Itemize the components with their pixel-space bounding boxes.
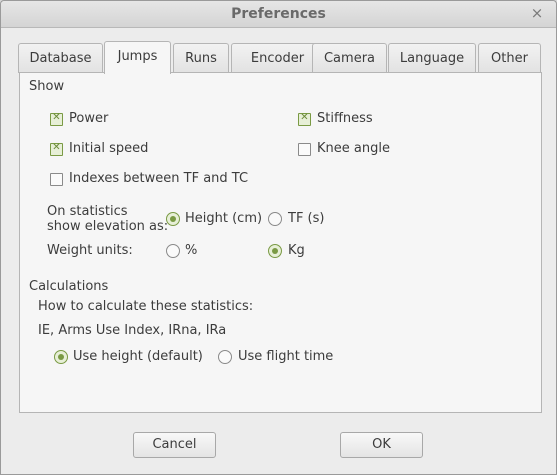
tab-other[interactable]: Other bbox=[478, 43, 541, 73]
indexes-tf-tc-label[interactable]: Indexes between TF and TC bbox=[69, 171, 248, 186]
power-checkbox[interactable] bbox=[50, 112, 63, 126]
use-flight-time-label[interactable]: Use flight time bbox=[238, 349, 333, 364]
kg-label[interactable]: Kg bbox=[288, 243, 305, 258]
weight-units-label: Weight units: bbox=[47, 243, 133, 258]
title-bar[interactable]: Preferences × bbox=[1, 1, 556, 28]
percent-radio[interactable] bbox=[166, 244, 180, 258]
close-icon[interactable]: × bbox=[530, 5, 544, 21]
tab-runs[interactable]: Runs bbox=[173, 43, 229, 73]
jumps-panel: Show Power Stiffness Initial speed Knee … bbox=[19, 72, 542, 413]
preferences-dialog: Preferences × Database Jumps Runs Encode… bbox=[0, 0, 557, 475]
use-height-label[interactable]: Use height (default) bbox=[73, 349, 203, 364]
use-height-radio[interactable] bbox=[54, 350, 68, 364]
tab-camera[interactable]: Camera bbox=[312, 43, 387, 73]
power-label[interactable]: Power bbox=[69, 111, 108, 126]
elevation-label-line2: show elevation as: bbox=[47, 219, 169, 234]
calculations-stats: IE, Arms Use Index, IRna, IRa bbox=[38, 323, 227, 338]
tab-database[interactable]: Database bbox=[18, 43, 103, 73]
knee-angle-label[interactable]: Knee angle bbox=[317, 141, 390, 156]
stiffness-label[interactable]: Stiffness bbox=[317, 111, 373, 126]
kg-radio[interactable] bbox=[268, 244, 282, 258]
tab-encoder[interactable]: Encoder bbox=[231, 43, 324, 73]
initial-speed-checkbox[interactable] bbox=[50, 142, 63, 156]
stiffness-checkbox[interactable] bbox=[298, 112, 311, 126]
indexes-tf-tc-checkbox[interactable] bbox=[50, 173, 63, 186]
ok-button[interactable]: OK bbox=[340, 432, 423, 458]
percent-label[interactable]: % bbox=[185, 243, 197, 258]
cancel-button[interactable]: Cancel bbox=[133, 432, 216, 458]
calculations-heading: Calculations bbox=[29, 279, 109, 294]
elevation-label-line1: On statistics bbox=[47, 204, 128, 219]
window-title: Preferences bbox=[231, 6, 326, 22]
tf-s-label[interactable]: TF (s) bbox=[288, 211, 324, 226]
tab-jumps[interactable]: Jumps bbox=[104, 41, 171, 74]
initial-speed-label[interactable]: Initial speed bbox=[69, 141, 148, 156]
tab-language[interactable]: Language bbox=[388, 43, 476, 73]
height-cm-radio[interactable] bbox=[166, 212, 180, 226]
calculations-question: How to calculate these statistics: bbox=[38, 299, 254, 314]
tf-s-radio[interactable] bbox=[268, 212, 282, 226]
show-heading: Show bbox=[29, 79, 65, 94]
use-flight-time-radio[interactable] bbox=[218, 350, 232, 364]
knee-angle-checkbox[interactable] bbox=[298, 143, 311, 156]
height-cm-label[interactable]: Height (cm) bbox=[185, 211, 262, 226]
